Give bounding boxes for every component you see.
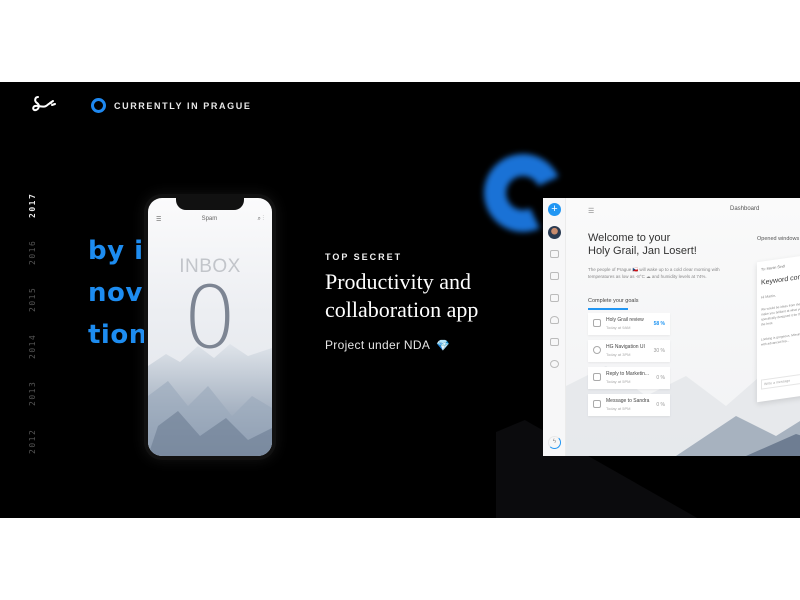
goals-underline — [588, 308, 628, 310]
location-ring-icon — [91, 98, 106, 113]
project-title: Productivity and collaboration app — [325, 268, 478, 324]
year-2012[interactable]: 2012 — [28, 429, 37, 454]
message-input[interactable]: Write a message — [761, 372, 800, 390]
logo-icon[interactable] — [30, 94, 58, 118]
bell-icon[interactable] — [550, 316, 559, 324]
year-2015[interactable]: 2015 — [28, 287, 37, 312]
project-description: TOP SECRET Productivity and collaboratio… — [325, 252, 478, 352]
chat-icon[interactable] — [550, 272, 559, 280]
year-2013[interactable]: 2013 — [28, 381, 37, 406]
welcome-line: Welcome to your — [588, 232, 671, 244]
project-title-line: Productivity and — [325, 269, 472, 294]
year-2016[interactable]: 2016 — [28, 240, 37, 265]
welcome-heading: Welcome to your Holy Grail, Jan Losert! — [588, 232, 697, 258]
dashboard-sidebar: + ϟ — [543, 198, 566, 456]
goal-title: Message to Sandra — [606, 398, 650, 404]
goal-progress: 0 % — [656, 402, 665, 408]
year-2014[interactable]: 2014 — [28, 334, 37, 359]
phone-folder-title: Spam — [201, 216, 218, 222]
phone-screen: ☰ Spam ⌕ ⋮ INBOX 0 — [148, 198, 272, 456]
location-indicator: CURRENTLY IN PRAGUE — [91, 98, 251, 113]
goal-title: HG Navigation UI — [606, 344, 645, 350]
project-subtitle: Project under NDA 💎 — [325, 338, 478, 352]
mountain-image — [148, 344, 272, 456]
mail-icon — [593, 373, 601, 381]
document-icon[interactable] — [550, 294, 559, 302]
goal-item[interactable]: Message to Sandra Today at 5PM 0 % — [588, 394, 670, 416]
project-kicker: TOP SECRET — [325, 252, 403, 262]
goal-item[interactable]: HG Navigation UI Today at 3PM 30 % — [588, 340, 670, 362]
calendar-icon[interactable] — [550, 338, 559, 346]
dashboard-mockup: + ϟ ☰ Dashboard Welcome to your Holy Gra… — [543, 198, 800, 456]
year-2017[interactable]: 2017 — [28, 193, 37, 218]
opened-windows-label: Opened windows — [757, 236, 800, 242]
weather-text: The people of Prague 🇨🇿 will wake up to … — [588, 267, 720, 279]
goal-time: Today at 3PM — [606, 352, 631, 357]
goal-time: Today at 5PM — [606, 379, 631, 384]
hero-stage: CURRENTLY IN PRAGUE 2017 2016 2015 2014 … — [0, 82, 800, 518]
project-title-line: collaboration app — [325, 297, 479, 322]
goals-heading: Complete your goals — [588, 298, 639, 304]
window-paragraph: We would be ideas from the given one mak… — [761, 300, 800, 327]
goal-time: Today at 5PM — [606, 406, 631, 411]
window-paragraph: Looking is gorgeous. Missingly comes wit… — [761, 330, 800, 347]
project-subtitle-text: Project under NDA — [325, 338, 430, 352]
menu-icon[interactable]: ☰ — [588, 207, 594, 215]
menu-icon[interactable]: ☰ — [156, 216, 161, 223]
mail-icon[interactable] — [550, 250, 559, 258]
goal-title: Reply to Marketin... — [606, 371, 650, 377]
search-icon[interactable]: ⌕ ⋮ — [257, 216, 264, 223]
goal-item[interactable]: Holy Grail review Today at 9AM 58 % — [588, 313, 670, 335]
dashboard-title: Dashboard — [730, 206, 760, 212]
welcome-line: Holy Grail, Jan Losert! — [588, 245, 697, 257]
goal-item[interactable]: Reply to Marketin... Today at 5PM 0 % — [588, 367, 670, 389]
opened-window-card[interactable]: To: Martin Šindl Keyword competiti... Hi… — [757, 253, 800, 403]
goal-time: Today at 9AM — [606, 325, 631, 330]
phone-app-bar: ☰ Spam ⌕ ⋮ — [148, 212, 272, 226]
gem-icon: 💎 — [436, 340, 451, 352]
phone-notch — [176, 198, 244, 210]
year-timeline: 2017 2016 2015 2014 2013 2012 — [28, 193, 52, 464]
goal-progress: 58 % — [653, 321, 665, 327]
check-icon[interactable] — [550, 360, 559, 368]
goal-title: Holy Grail review — [606, 317, 644, 323]
phone-mockup: ☰ Spam ⌕ ⋮ INBOX 0 — [144, 194, 276, 460]
window-heading: Keyword competiti... — [761, 270, 800, 287]
mail-icon — [593, 400, 601, 408]
lightning-icon[interactable]: ϟ — [548, 436, 561, 449]
location-label: CURRENTLY IN PRAGUE — [114, 100, 252, 111]
avatar[interactable] — [548, 226, 561, 239]
check-icon — [593, 346, 601, 354]
window-greeting: Hi Martin, — [761, 293, 776, 300]
document-icon — [593, 319, 601, 327]
goal-progress: 0 % — [656, 375, 665, 381]
add-button[interactable]: + — [548, 203, 561, 216]
goal-progress: 30 % — [653, 348, 665, 354]
window-recipient: To: Martin Šindl — [761, 264, 786, 272]
